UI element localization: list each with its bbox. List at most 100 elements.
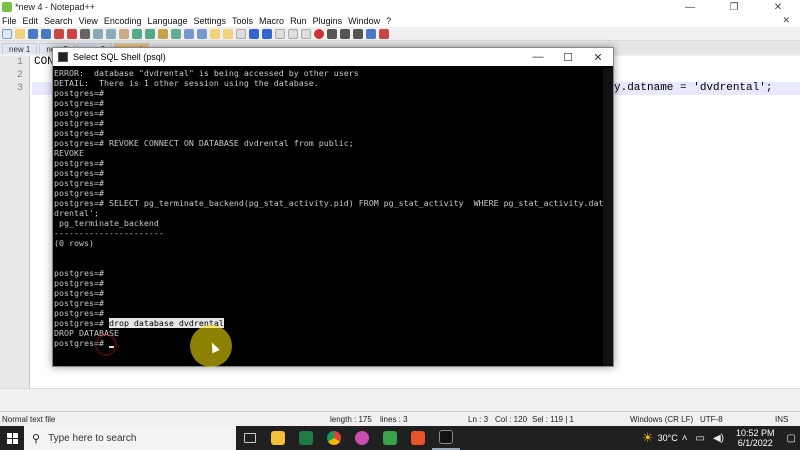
tab-new-1[interactable]: new 1 xyxy=(2,43,38,54)
menu-plugins[interactable]: Plugins xyxy=(313,16,343,26)
menu-edit[interactable]: Edit xyxy=(23,16,39,26)
taskbar-file-explorer[interactable] xyxy=(264,426,292,450)
status-length: length : 175 xyxy=(330,415,372,424)
code-line-3-tail: y.datname = 'dvdrental'; xyxy=(614,82,773,94)
record-macro-icon[interactable] xyxy=(314,28,324,39)
close-file-icon[interactable] xyxy=(54,28,64,39)
clock-date: 6/1/2022 xyxy=(737,438,773,448)
paste-icon[interactable] xyxy=(119,28,129,39)
menu-settings[interactable]: Settings xyxy=(194,16,227,26)
status-bar: Normal text file length : 175 lines : 3 … xyxy=(0,411,800,426)
menu-tools[interactable]: Tools xyxy=(232,16,253,26)
menu-file[interactable]: File xyxy=(2,16,17,26)
notification-icon[interactable]: ▢ xyxy=(787,433,796,444)
status-ln: Ln : 3 xyxy=(468,415,489,424)
console-line: postgres=# xyxy=(54,88,104,98)
status-lines: lines : 3 xyxy=(380,415,408,424)
camtasia-icon xyxy=(383,431,397,445)
console-line: postgres=# xyxy=(54,168,104,178)
run-macro-icon[interactable] xyxy=(353,28,363,39)
doc-map-icon[interactable] xyxy=(275,28,285,39)
save-all-icon[interactable] xyxy=(41,28,51,39)
menu-run[interactable]: Run xyxy=(290,16,307,26)
psql-titlebar[interactable]: Select SQL Shell (psql) — ☐ ✕ xyxy=(53,48,613,66)
zoom-out-icon[interactable] xyxy=(197,28,207,39)
psql-close-button[interactable]: ✕ xyxy=(583,48,613,66)
menu-macro[interactable]: Macro xyxy=(259,16,284,26)
psql-maximize-button[interactable]: ☐ xyxy=(553,48,583,66)
menu-language[interactable]: Language xyxy=(147,16,187,26)
psql-console-output[interactable]: ERROR: database "dvdrental" is being acc… xyxy=(53,68,605,366)
prompt: postgres=# xyxy=(54,318,109,328)
console-line: postgres=# REVOKE CONNECT ON DATABASE dv… xyxy=(54,138,354,148)
taskbar-search-box[interactable]: ⚲ Type here to search xyxy=(24,426,236,450)
show-all-icon[interactable] xyxy=(249,28,259,39)
new-file-icon[interactable] xyxy=(2,28,12,39)
abc-icon[interactable] xyxy=(379,28,389,39)
save-macro-icon[interactable] xyxy=(366,28,376,39)
volume-icon[interactable]: ◀) xyxy=(713,433,724,444)
replace-icon[interactable] xyxy=(171,28,181,39)
maximize-button[interactable]: ❐ xyxy=(712,0,756,14)
console-icon xyxy=(58,52,68,62)
close-tab-icon[interactable]: ✕ xyxy=(782,15,790,26)
console-line: postgres=# xyxy=(54,268,104,278)
network-icon[interactable]: ▭ xyxy=(696,433,705,444)
cut-icon[interactable] xyxy=(93,28,103,39)
psql-minimize-button[interactable]: — xyxy=(523,48,553,66)
psql-vertical-scrollbar[interactable] xyxy=(603,68,613,366)
redo-icon[interactable] xyxy=(145,28,155,39)
menu-search[interactable]: Search xyxy=(44,16,73,26)
menu-encoding[interactable]: Encoding xyxy=(104,16,142,26)
taskbar-excel[interactable] xyxy=(292,426,320,450)
line-number: 2 xyxy=(16,70,23,81)
copy-icon[interactable] xyxy=(106,28,116,39)
function-list-icon[interactable] xyxy=(288,28,298,39)
folder-workspace-icon[interactable] xyxy=(301,28,311,39)
task-view-button[interactable] xyxy=(236,426,264,450)
open-file-icon[interactable] xyxy=(15,28,25,39)
zoom-in-icon[interactable] xyxy=(184,28,194,39)
save-icon[interactable] xyxy=(28,28,38,39)
menu-window[interactable]: Window xyxy=(348,16,380,26)
menu-view[interactable]: View xyxy=(79,16,98,26)
line-number: 1 xyxy=(16,57,23,68)
taskbar-app-pink[interactable] xyxy=(348,426,376,450)
notepadpp-icon xyxy=(2,2,12,12)
line-number-gutter: 1 2 3 xyxy=(0,56,30,400)
undo-icon[interactable] xyxy=(132,28,142,39)
weather-icon[interactable]: ☀ xyxy=(642,430,654,446)
temperature[interactable]: 30°C xyxy=(658,433,678,443)
sync-h-icon[interactable] xyxy=(223,28,233,39)
play-macro-icon[interactable] xyxy=(340,28,350,39)
taskbar-camtasia-recorder[interactable] xyxy=(404,426,432,450)
minimize-button[interactable]: — xyxy=(668,0,712,14)
find-icon[interactable] xyxy=(158,28,168,39)
console-line: postgres=# SELECT pg_terminate_backend(p… xyxy=(54,198,605,208)
sync-v-icon[interactable] xyxy=(210,28,220,39)
taskbar-camtasia[interactable] xyxy=(376,426,404,450)
folder-icon xyxy=(271,431,285,445)
close-all-icon[interactable] xyxy=(67,28,77,39)
psql-window[interactable]: Select SQL Shell (psql) — ☐ ✕ ERROR: dat… xyxy=(52,47,614,367)
indent-guide-icon[interactable] xyxy=(262,28,272,39)
stop-macro-icon[interactable] xyxy=(327,28,337,39)
console-line: postgres=# xyxy=(54,108,104,118)
toolbar xyxy=(0,27,800,41)
line-number: 3 xyxy=(16,83,23,94)
taskbar-psql[interactable] xyxy=(432,426,460,450)
console-line-prompt[interactable]: postgres=# xyxy=(54,338,605,348)
print-icon[interactable] xyxy=(80,28,90,39)
start-button[interactable] xyxy=(0,426,24,450)
psql-title: Select SQL Shell (psql) xyxy=(73,52,166,62)
horizontal-scrollbar[interactable] xyxy=(0,388,800,400)
console-line-command: postgres=# drop database dvdrental xyxy=(54,318,605,328)
taskbar-chrome[interactable] xyxy=(320,426,348,450)
search-placeholder: Type here to search xyxy=(48,432,137,444)
wrap-icon[interactable] xyxy=(236,28,246,39)
clock[interactable]: 10:52 PM 6/1/2022 xyxy=(736,428,775,448)
menu-help[interactable]: ? xyxy=(386,16,391,26)
chevron-up-icon[interactable]: ˄ xyxy=(682,433,688,444)
close-button[interactable]: ✕ xyxy=(756,0,800,14)
